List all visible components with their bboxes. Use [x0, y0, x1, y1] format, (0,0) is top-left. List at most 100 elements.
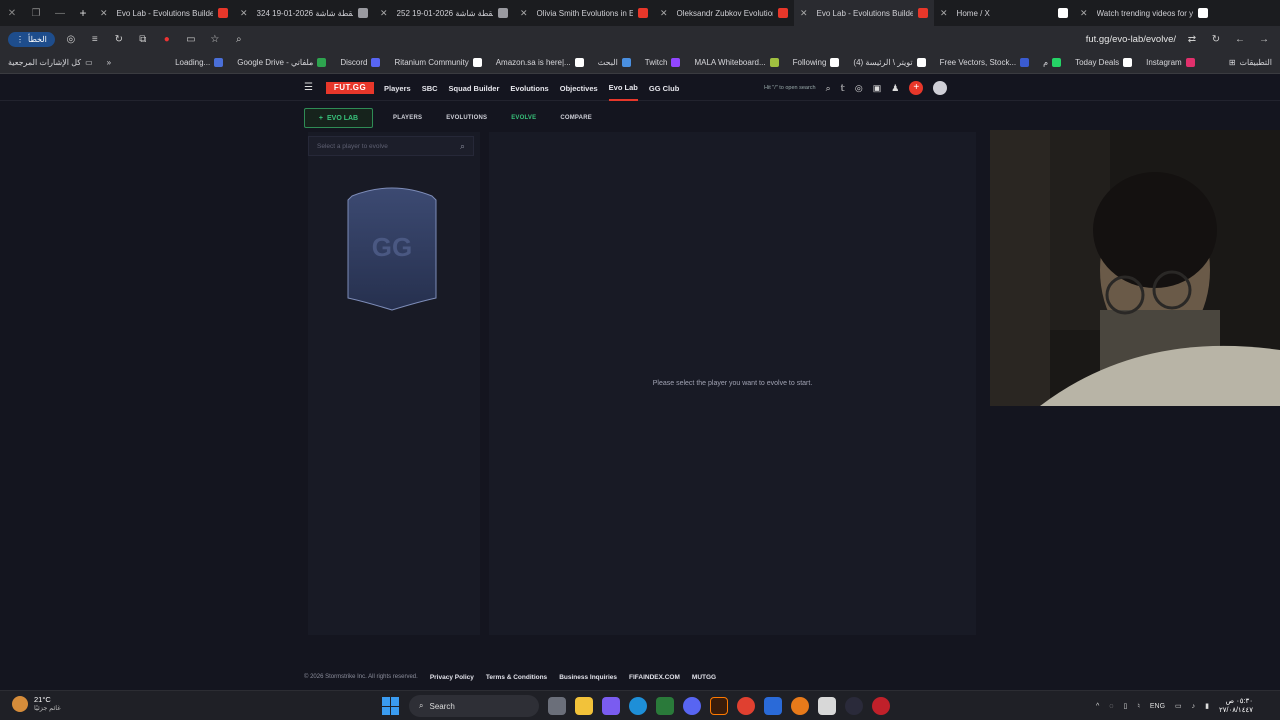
- browser-tab[interactable]: ✕ Evo Lab - Evolutions Builder: [94, 0, 234, 26]
- language-indicator[interactable]: ENG: [1150, 703, 1165, 710]
- browser-tab[interactable]: ✕ Olivia Smith Evolutions in EA: [514, 0, 654, 26]
- footer-link[interactable]: FIFAINDEX.COM: [629, 674, 680, 681]
- calculator-icon[interactable]: [818, 697, 836, 715]
- bookmark-item[interactable]: MALA Whiteboard...: [694, 58, 779, 67]
- evo-lab-button[interactable]: + EVO LAB: [304, 108, 373, 128]
- display-icon[interactable]: ▭: [1175, 702, 1182, 710]
- bookmark-item[interactable]: Discord: [340, 58, 381, 67]
- bookmark-item[interactable]: م: [1043, 58, 1062, 67]
- microphone-icon[interactable]: ♮: [1137, 702, 1140, 710]
- nav-link-sbc[interactable]: SBC: [422, 75, 438, 101]
- browser-tab[interactable]: ✕ لقطة شاشة 2026-01-19 252: [374, 0, 514, 26]
- address-search-icon[interactable]: ⌕: [231, 31, 247, 47]
- browser-tab[interactable]: ✕ Evo Lab - Evolutions Builder: [794, 0, 934, 26]
- illustrator-icon[interactable]: [710, 697, 728, 715]
- playstation-icon[interactable]: ♟: [891, 83, 899, 94]
- nav-link-evo-lab[interactable]: Evo Lab: [608, 75, 638, 101]
- subtab-players[interactable]: PLAYERS: [393, 115, 422, 121]
- tune-icon[interactable]: ⇄: [1184, 31, 1200, 47]
- tab-close-icon[interactable]: ✕: [380, 8, 388, 19]
- window-restore-icon[interactable]: ❐: [24, 8, 48, 19]
- player-search-input[interactable]: Select a player to evolve ⌕: [308, 136, 474, 156]
- all-bookmarks-button[interactable]: كل الإشارات المرجعية ▭: [8, 58, 93, 67]
- bookmark-star-icon[interactable]: ☆: [207, 31, 223, 47]
- clock[interactable]: ٠٥:٣٠ ص ٢٧/٠٨/١٤٤٧: [1219, 697, 1253, 715]
- forward-icon[interactable]: →: [1256, 31, 1272, 47]
- apps-button[interactable]: ⊞ التطبيقات: [1229, 58, 1272, 67]
- bookmarks-overflow-icon[interactable]: »: [107, 58, 111, 67]
- tab-close-icon[interactable]: ✕: [1080, 8, 1088, 19]
- bookmark-item[interactable]: Free Vectors, Stock...: [940, 58, 1030, 67]
- url-field[interactable]: fut.gg/evo-lab/evolve/: [1086, 34, 1176, 45]
- discord-icon[interactable]: ▣: [873, 83, 882, 94]
- new-tab-button[interactable]: +: [72, 6, 94, 20]
- subtab-evolve[interactable]: EVOLVE: [511, 115, 536, 121]
- extensions-icon[interactable]: ⧉: [135, 31, 151, 47]
- nav-link-gg-club[interactable]: GG Club: [649, 75, 679, 101]
- task-view-icon[interactable]: [548, 697, 566, 715]
- nav-link-squad-builder[interactable]: Squad Builder: [449, 75, 500, 101]
- profile-button[interactable]: ⋮ الخطأ: [8, 31, 55, 47]
- footer-link[interactable]: Terms & Conditions: [486, 674, 547, 681]
- volume-icon[interactable]: ♪: [1192, 703, 1196, 710]
- footer-link[interactable]: Business Inquiries: [559, 674, 617, 681]
- back-icon[interactable]: ←: [1232, 31, 1248, 47]
- hamburger-menu-icon[interactable]: ☰: [304, 82, 313, 93]
- app-circle-icon[interactable]: [845, 697, 863, 715]
- store-icon[interactable]: [656, 697, 674, 715]
- tab-actions-icon[interactable]: ≡: [87, 31, 103, 47]
- subtab-compare[interactable]: COMPARE: [560, 115, 592, 121]
- bookmark-item[interactable]: البحث: [598, 58, 631, 67]
- bookmark-item[interactable]: Ritanium Community: [394, 58, 482, 67]
- footer-link[interactable]: Privacy Policy: [430, 674, 474, 681]
- browser-tab[interactable]: ✕ Oleksandr Zubkov Evolution: [654, 0, 794, 26]
- mail-icon[interactable]: [764, 697, 782, 715]
- subtab-evolutions[interactable]: EVOLUTIONS: [446, 115, 487, 121]
- weather-widget[interactable]: 21°C غائم جزئيًا: [12, 695, 61, 712]
- tab-close-icon[interactable]: ✕: [940, 8, 948, 19]
- browser-tab[interactable]: ✕ Watch trending videos for yo: [1074, 0, 1214, 26]
- twitter-icon[interactable]: 𝕥: [841, 83, 845, 94]
- user-avatar[interactable]: [933, 81, 948, 95]
- copilot-icon[interactable]: [602, 697, 620, 715]
- nav-link-objectives[interactable]: Objectives: [560, 75, 598, 101]
- blender-icon[interactable]: [791, 697, 809, 715]
- bookmark-item[interactable]: Following: [793, 58, 840, 67]
- tab-close-icon[interactable]: ✕: [800, 8, 808, 19]
- opera-gx-icon[interactable]: [872, 697, 890, 715]
- nav-link-evolutions[interactable]: Evolutions: [510, 75, 548, 101]
- bookmark-item[interactable]: Twitch: [645, 58, 681, 67]
- browser-tab[interactable]: ✕ Home / X: [934, 0, 1074, 26]
- reload-icon[interactable]: ↻: [111, 31, 127, 47]
- tab-close-icon[interactable]: ✕: [100, 8, 108, 19]
- speed-dial-icon[interactable]: ◎: [63, 31, 79, 47]
- nav-link-players[interactable]: Players: [384, 75, 411, 101]
- file-explorer-icon[interactable]: [575, 697, 593, 715]
- footer-link[interactable]: MUTGG: [692, 674, 716, 681]
- bookmark-item[interactable]: (4) تويتر \ الرئيسة: [853, 58, 926, 67]
- window-close-icon[interactable]: ✕: [0, 8, 24, 19]
- bookmark-item[interactable]: Amazon.sa is here|...: [496, 58, 584, 67]
- battery-status-icon[interactable]: ▮: [1205, 702, 1209, 710]
- refresh-icon[interactable]: ↻: [1208, 31, 1224, 47]
- search-icon[interactable]: ⌕: [826, 83, 831, 94]
- tab-close-icon[interactable]: ✕: [660, 8, 668, 19]
- network-icon[interactable]: ◌: [1109, 703, 1113, 710]
- tray-chevron-icon[interactable]: ^: [1096, 703, 1099, 710]
- opera-icon[interactable]: ●: [159, 31, 175, 47]
- bookmark-item[interactable]: Loading...: [175, 58, 224, 67]
- site-logo[interactable]: FUT.GG: [326, 82, 374, 94]
- instagram-icon[interactable]: ◎: [855, 83, 863, 94]
- window-minimize-icon[interactable]: —: [48, 8, 72, 19]
- tab-close-icon[interactable]: ✕: [240, 8, 248, 19]
- bookmark-item[interactable]: Google Drive - ملفاتي: [237, 58, 327, 67]
- battery-icon[interactable]: ▯: [1123, 702, 1127, 710]
- discord-app-icon[interactable]: [683, 697, 701, 715]
- bookmark-item[interactable]: Instagram: [1146, 58, 1195, 67]
- chrome-icon[interactable]: [737, 697, 755, 715]
- add-icon[interactable]: +: [909, 81, 924, 95]
- browser-tab[interactable]: ✕ لقطة شاشة 2026-01-19 324: [234, 0, 374, 26]
- taskbar-search[interactable]: ⌕ Search: [409, 695, 539, 717]
- windows-start-icon[interactable]: [382, 697, 400, 715]
- screenshot-icon[interactable]: ▭: [183, 31, 199, 47]
